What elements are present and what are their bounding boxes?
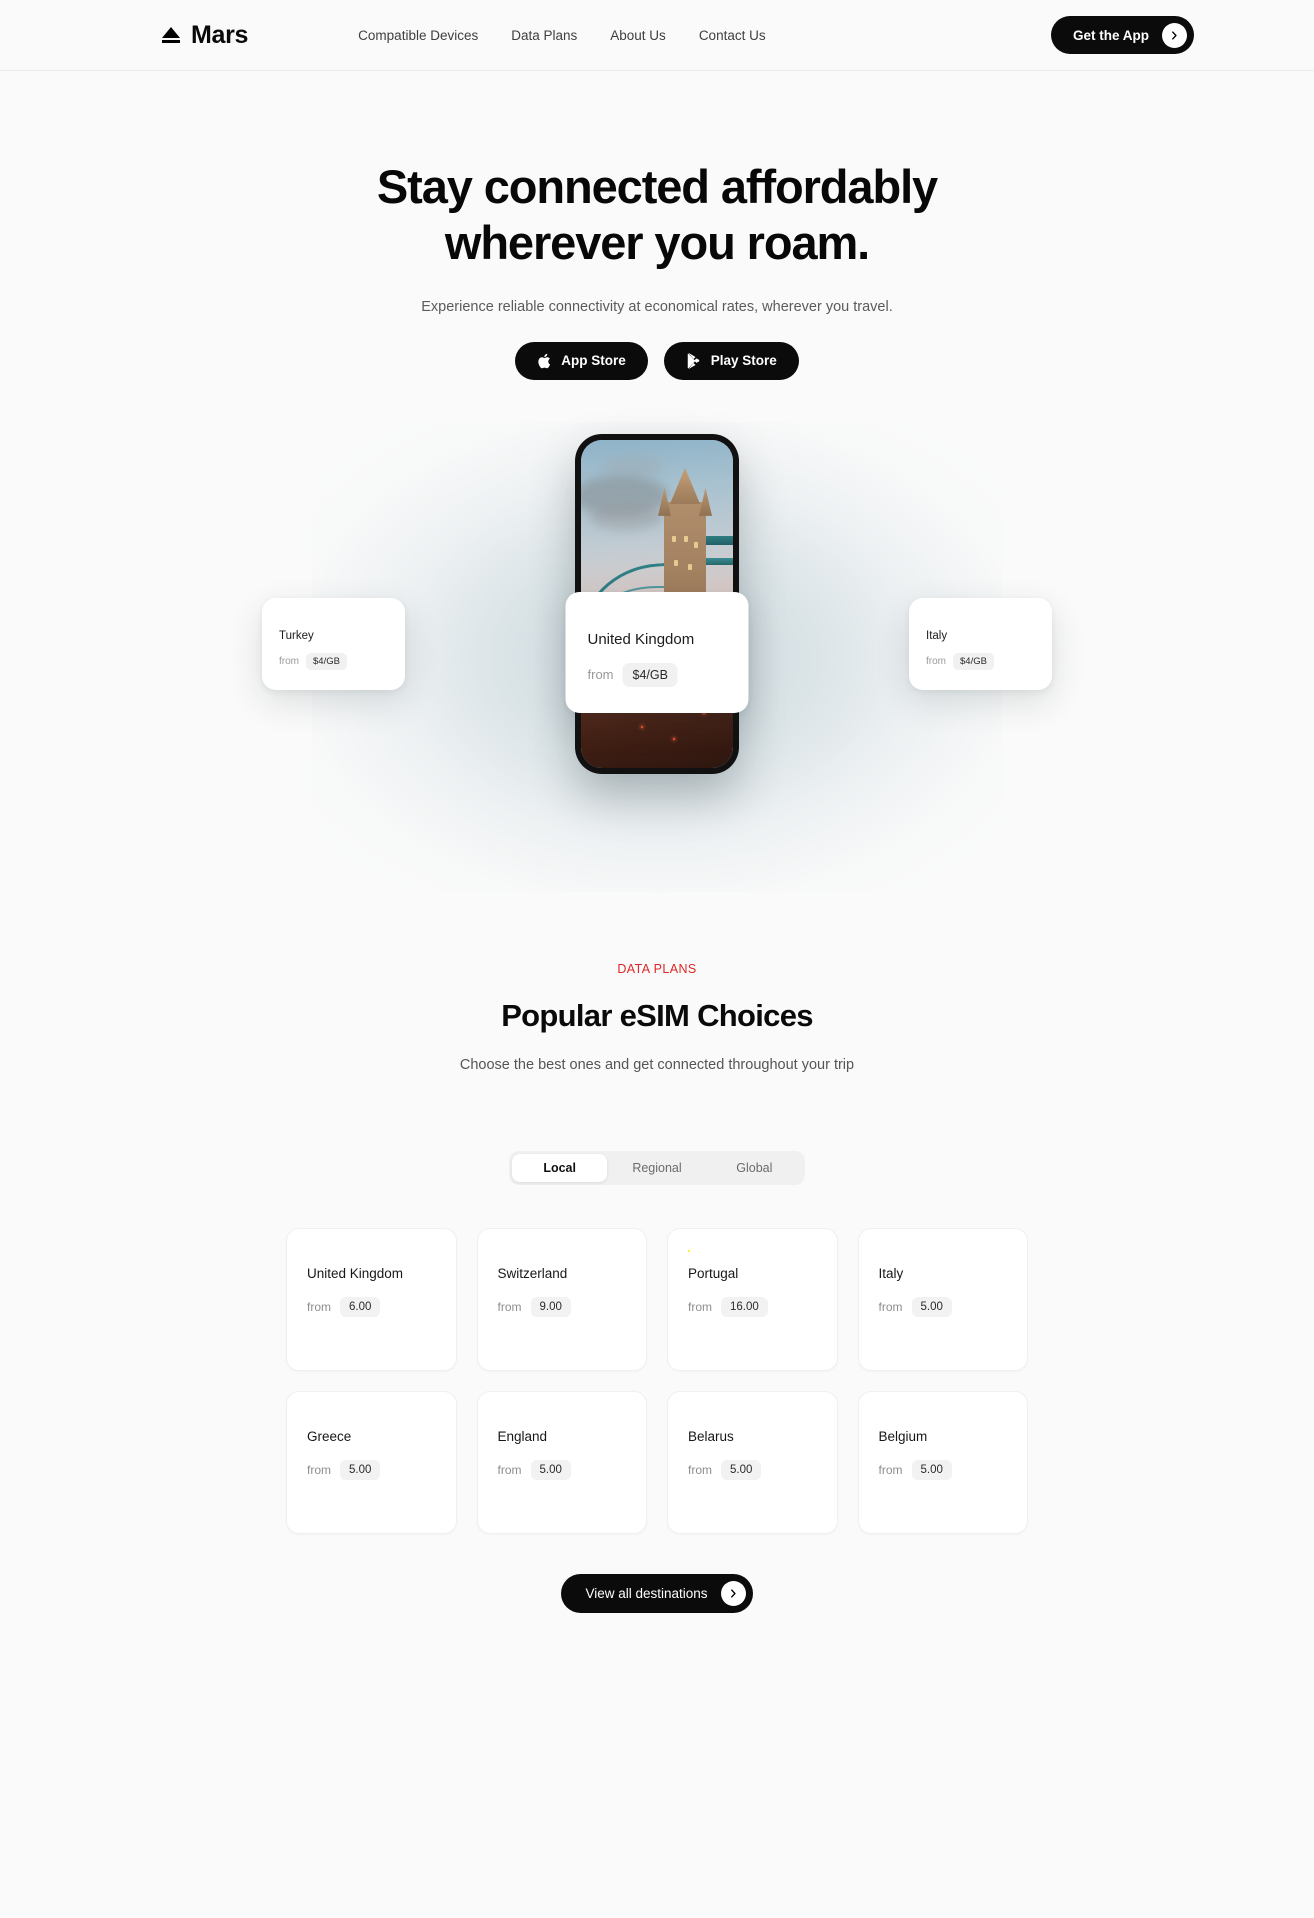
country-name: Italy bbox=[878, 1265, 904, 1281]
country-card-belgium[interactable]: Belgium from 5.00 bbox=[857, 1390, 1028, 1534]
price-value: 5.00 bbox=[721, 1459, 762, 1480]
from-label: from bbox=[307, 1299, 331, 1314]
tab-regional[interactable]: Regional bbox=[609, 1154, 704, 1182]
country-card-portugal[interactable]: Portugal from 16.00 bbox=[667, 1227, 838, 1371]
app-store-label: App Store bbox=[561, 353, 626, 369]
price-value: 5.00 bbox=[340, 1459, 381, 1480]
section-eyebrow: DATA PLANS bbox=[617, 961, 697, 976]
country-price: from 5.00 bbox=[878, 1459, 1008, 1480]
country-name: Belgium bbox=[878, 1428, 928, 1444]
view-all-wrap: View all destinations bbox=[0, 1573, 1314, 1673]
hero-headline: Stay connected affordably wherever you r… bbox=[347, 159, 967, 271]
phone-showcase: Turkey from $4/GB United Kingdom from $4… bbox=[0, 421, 1314, 892]
brand-logo[interactable]: Mars bbox=[160, 21, 248, 50]
hero-subtitle: Experience reliable connectivity at econ… bbox=[421, 298, 893, 315]
play-store-button[interactable]: Play Store bbox=[663, 341, 799, 380]
nav-link-compatible-devices[interactable]: Compatible Devices bbox=[358, 28, 478, 43]
tab-global[interactable]: Global bbox=[707, 1154, 802, 1182]
country-price: from 5.00 bbox=[878, 1296, 1008, 1317]
view-all-label: View all destinations bbox=[585, 1585, 708, 1601]
landing-page: Mars Compatible Devices Data Plans About… bbox=[0, 0, 1314, 1918]
showcase-card-turkey[interactable]: Turkey from $4/GB bbox=[262, 597, 405, 690]
from-label: from bbox=[497, 1299, 522, 1314]
showcase-card-country: Italy bbox=[926, 629, 948, 642]
from-label: from bbox=[688, 1299, 712, 1314]
nav-link-contact-us[interactable]: Contact Us bbox=[699, 28, 766, 43]
price-value: 6.00 bbox=[340, 1296, 381, 1317]
country-name: United Kingdom bbox=[307, 1265, 404, 1281]
data-plans-section: DATA PLANS Popular eSIM Choices Choose t… bbox=[0, 892, 1314, 1673]
play-store-label: Play Store bbox=[710, 353, 777, 369]
price-value: $4/GB bbox=[953, 652, 994, 670]
price-value: $4/GB bbox=[306, 652, 347, 670]
country-card-greece[interactable]: Greece from 5.00 bbox=[286, 1390, 457, 1534]
hero-headline-line2: wherever you roam. bbox=[444, 215, 870, 269]
from-label: from bbox=[279, 655, 299, 667]
country-price: from 5.00 bbox=[497, 1459, 627, 1480]
country-name: Belarus bbox=[688, 1428, 734, 1444]
country-price: from 9.00 bbox=[497, 1296, 627, 1317]
google-play-icon bbox=[686, 353, 701, 369]
country-card-italy[interactable]: Italy from 5.00 bbox=[857, 1227, 1028, 1371]
country-card-grid: United Kingdom from 6.00 Switzerland fro… bbox=[286, 1227, 1028, 1534]
chevron-right-icon bbox=[1162, 22, 1187, 48]
primary-nav: Compatible Devices Data Plans About Us C… bbox=[358, 28, 765, 43]
from-label: from bbox=[688, 1462, 712, 1477]
from-label: from bbox=[926, 655, 946, 667]
app-store-button[interactable]: App Store bbox=[515, 341, 648, 380]
showcase-card-price: from $4/GB bbox=[587, 662, 727, 687]
price-value: 5.00 bbox=[530, 1459, 571, 1480]
from-label: from bbox=[587, 667, 614, 683]
showcase-card-country: Turkey bbox=[279, 629, 314, 642]
country-card-united-kingdom[interactable]: United Kingdom from 6.00 bbox=[286, 1227, 457, 1371]
from-label: from bbox=[878, 1462, 903, 1477]
store-buttons: App Store Play Store bbox=[0, 341, 1314, 380]
price-value: $4/GB bbox=[622, 662, 678, 687]
country-price: from 6.00 bbox=[307, 1296, 436, 1317]
brand-name: Mars bbox=[191, 20, 249, 49]
price-value: 5.00 bbox=[911, 1296, 952, 1317]
get-the-app-button[interactable]: Get the App bbox=[1051, 16, 1194, 54]
site-header: Mars Compatible Devices Data Plans About… bbox=[0, 0, 1314, 71]
country-price: from 16.00 bbox=[688, 1296, 817, 1317]
country-card-switzerland[interactable]: Switzerland from 9.00 bbox=[476, 1227, 647, 1371]
nav-link-about-us[interactable]: About Us bbox=[610, 28, 666, 43]
tab-local[interactable]: Local bbox=[512, 1153, 608, 1182]
country-card-belarus[interactable]: Belarus from 5.00 bbox=[667, 1390, 838, 1534]
showcase-card-price: from $4/GB bbox=[279, 652, 388, 670]
nav-link-data-plans[interactable]: Data Plans bbox=[511, 28, 577, 43]
showcase-card-italy[interactable]: Italy from $4/GB bbox=[909, 597, 1052, 690]
country-card-england[interactable]: England from 5.00 bbox=[476, 1390, 647, 1534]
from-label: from bbox=[878, 1299, 903, 1314]
plan-scope-tabs: Local Regional Global bbox=[509, 1150, 805, 1185]
country-price: from 5.00 bbox=[307, 1459, 436, 1480]
from-label: from bbox=[497, 1462, 522, 1477]
country-name: England bbox=[497, 1428, 548, 1444]
apple-icon bbox=[537, 353, 551, 369]
country-name: Greece bbox=[307, 1428, 352, 1444]
price-value: 5.00 bbox=[911, 1459, 952, 1480]
view-all-destinations-button[interactable]: View all destinations bbox=[561, 1573, 753, 1613]
country-name: Portugal bbox=[688, 1265, 739, 1281]
chevron-right-icon bbox=[720, 1580, 746, 1606]
get-the-app-label: Get the App bbox=[1073, 27, 1149, 43]
showcase-card-united-kingdom[interactable]: United Kingdom from $4/GB bbox=[565, 591, 749, 713]
hero-headline-line1: Stay connected affordably bbox=[376, 160, 938, 213]
country-name: Switzerland bbox=[497, 1265, 568, 1281]
price-value: 16.00 bbox=[721, 1296, 768, 1317]
country-price: from 5.00 bbox=[688, 1459, 817, 1480]
showcase-card-price: from $4/GB bbox=[926, 652, 1035, 670]
eject-triangle-logo-icon bbox=[160, 24, 182, 46]
section-subtitle: Choose the best ones and get connected t… bbox=[459, 1056, 855, 1073]
showcase-card-country: United Kingdom bbox=[587, 630, 695, 648]
from-label: from bbox=[307, 1462, 331, 1477]
hero-section: Stay connected affordably wherever you r… bbox=[0, 71, 1314, 380]
price-value: 9.00 bbox=[530, 1296, 571, 1317]
section-title: Popular eSIM Choices bbox=[501, 997, 813, 1033]
